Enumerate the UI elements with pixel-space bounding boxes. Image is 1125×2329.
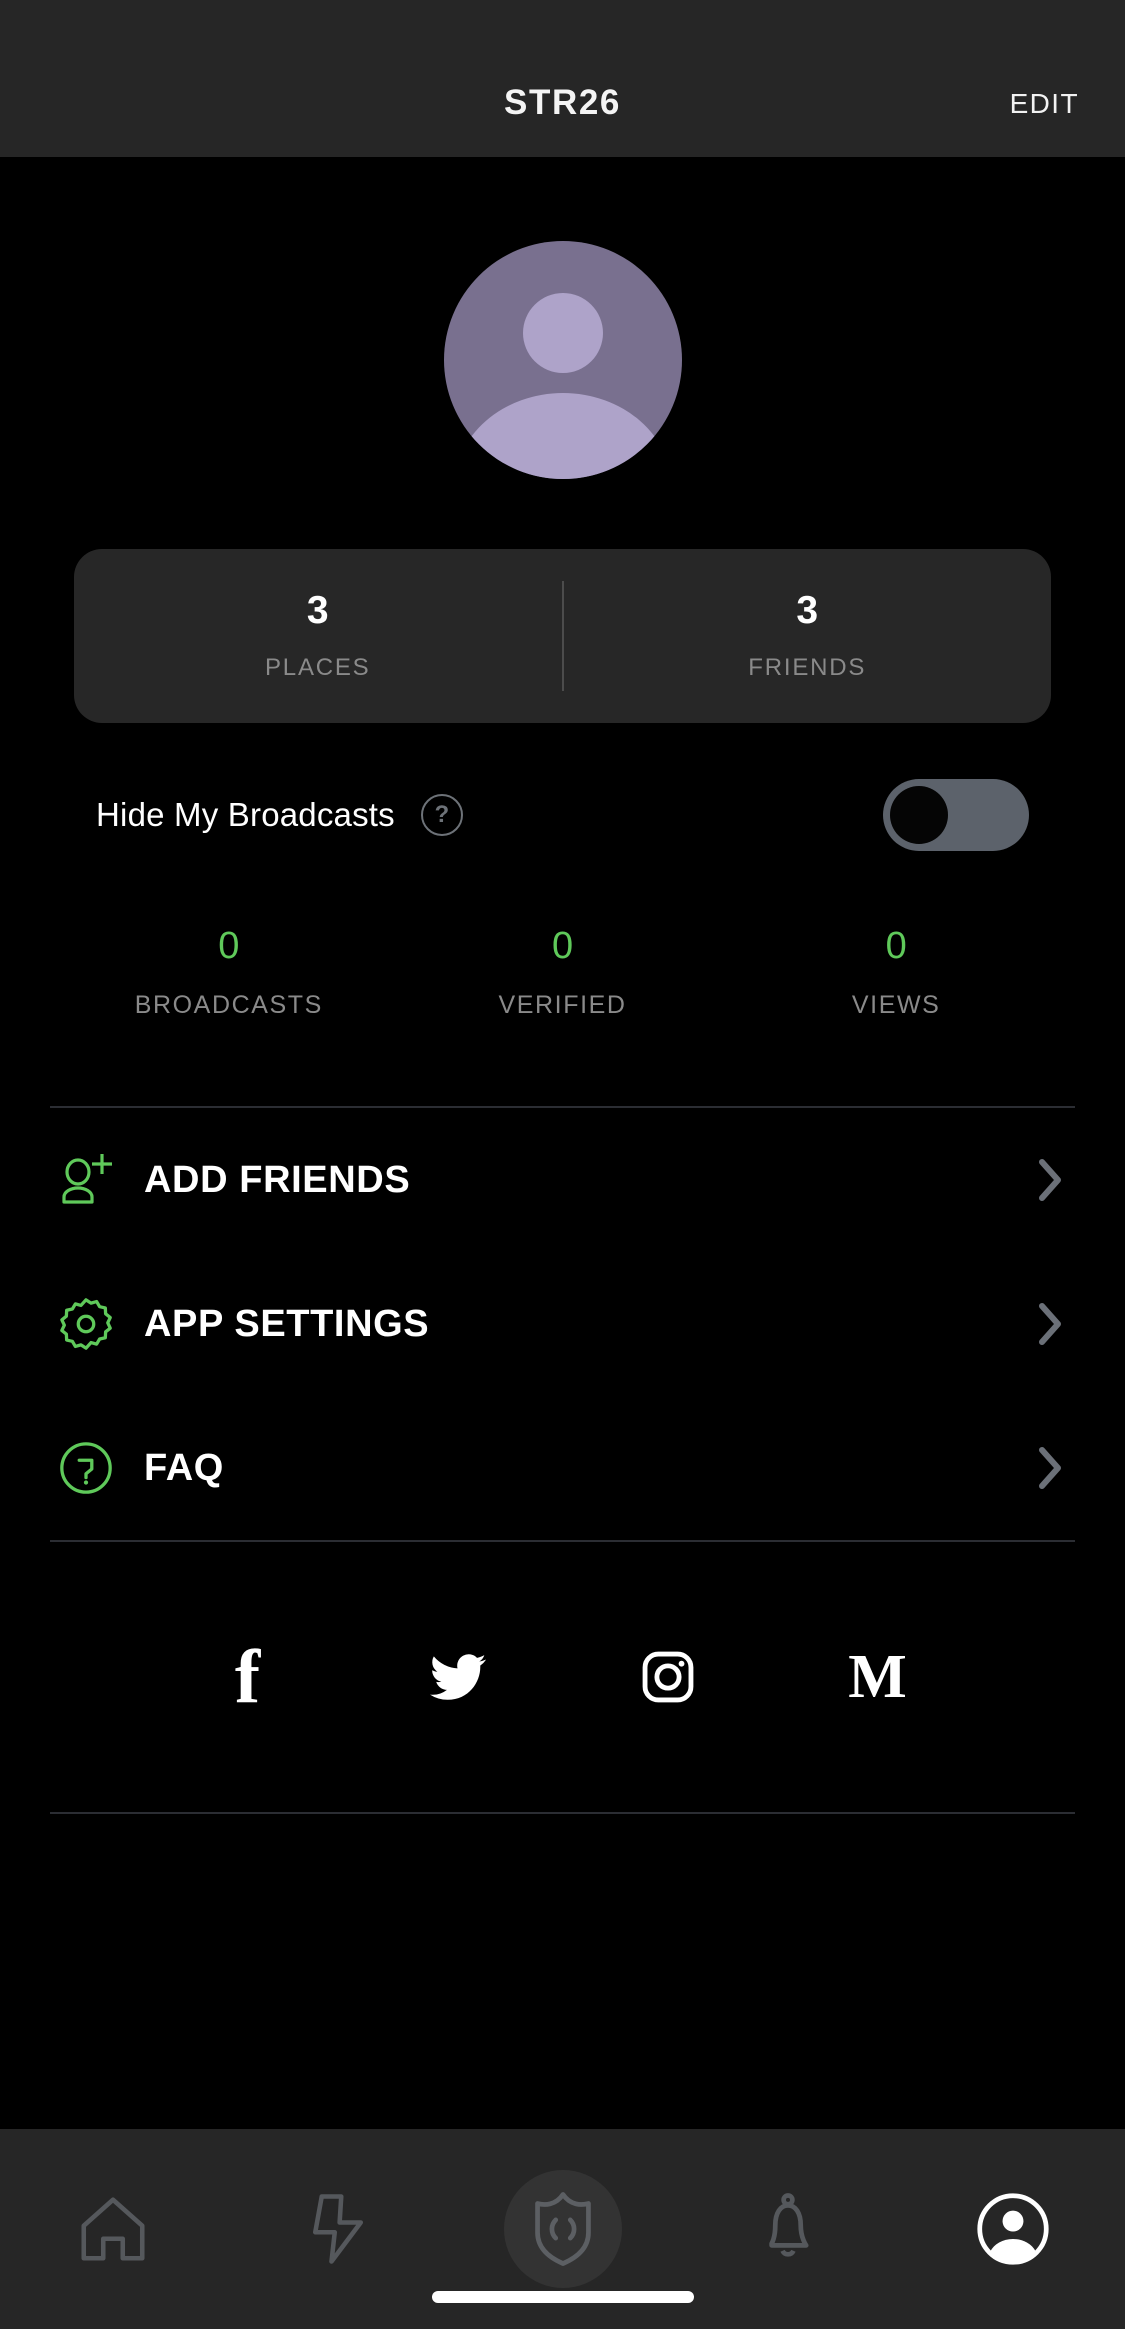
shield-broadcast-icon [526,2189,600,2269]
bottom-navbar [0,2129,1125,2329]
menu-item-app-settings[interactable]: APP SETTINGS [50,1252,1075,1396]
chevron-right-icon [1035,1300,1065,1348]
chevron-right-icon [1035,1444,1065,1492]
nav-home[interactable] [0,2149,225,2309]
social-links: f M [0,1542,1125,1812]
home-icon [74,2190,152,2268]
broadcasts-value: 0 [218,925,240,967]
verified-label: VERIFIED [498,991,627,1019]
verified-value: 0 [551,925,574,967]
menu-item-add-friends[interactable]: ADD FRIENDS [50,1108,1075,1252]
profile-icon [975,2191,1051,2267]
friends-label: FRIENDS [748,653,867,681]
avatar[interactable] [443,241,682,479]
places-value: 3 [306,588,329,632]
toggle-knob [890,786,948,844]
menu-label-app-settings: APP SETTINGS [144,1302,430,1345]
edit-button[interactable]: EDIT [1010,88,1079,120]
instagram-icon[interactable] [633,1642,703,1712]
bottom-spacer [0,1814,1125,1910]
places-label: PLACES [264,653,371,681]
views-label: VIEWS [851,991,941,1019]
friends-value: 3 [796,588,819,632]
stat-verified: 0 VERIFIED [396,927,730,1020]
menu-label-add-friends: ADD FRIENDS [144,1158,411,1201]
avatar-body-shape [453,393,672,479]
broadcast-stats: 0 BROADCASTS 0 VERIFIED 0 VIEWS [62,927,1063,1020]
profile-screen: STR26 EDIT 3 PLACES 3 FRIENDS Hide My Br… [0,0,1125,2329]
views-value: 0 [885,925,907,967]
facebook-icon[interactable]: f [213,1639,283,1715]
nav-broadcast[interactable] [450,2149,675,2309]
bell-icon [751,2189,825,2269]
broadcasts-label: BROADCASTS [134,991,323,1019]
stat-views: 0 VIEWS [729,927,1063,1020]
profile-body: 3 PLACES 3 FRIENDS Hide My Broadcasts ? … [0,157,1125,2129]
nav-profile[interactable] [900,2149,1125,2309]
home-indicator [431,2291,694,2303]
hide-broadcasts-row: Hide My Broadcasts ? [96,769,1029,861]
menu-label-faq: FAQ [144,1446,224,1489]
twitter-icon[interactable] [423,1642,493,1712]
hide-broadcasts-label: Hide My Broadcasts [96,796,395,833]
nav-notifications[interactable] [675,2149,900,2309]
add-person-icon [50,1144,122,1216]
places-stat[interactable]: 3 PLACES [74,591,562,682]
friends-stat[interactable]: 3 FRIENDS [564,591,1052,682]
stat-broadcasts: 0 BROADCASTS [62,927,396,1020]
hide-broadcasts-toggle[interactable] [883,779,1029,851]
app-header: STR26 EDIT [0,0,1125,157]
avatar-head-shape [522,293,603,373]
chevron-right-icon [1035,1156,1065,1204]
page-title: STR26 [504,83,621,122]
places-friends-card: 3 PLACES 3 FRIENDS [74,549,1051,723]
menu-item-faq[interactable]: FAQ [50,1396,1075,1540]
lightning-icon [302,2190,374,2268]
question-circle-icon [50,1432,122,1504]
gear-icon [50,1288,122,1360]
medium-icon[interactable]: M [843,1642,913,1712]
avatar-container [0,157,1125,479]
menu-list: ADD FRIENDS APP SETTINGS FAQ [0,1108,1125,1540]
help-icon[interactable]: ? [420,794,463,836]
nav-activity[interactable] [225,2149,450,2309]
